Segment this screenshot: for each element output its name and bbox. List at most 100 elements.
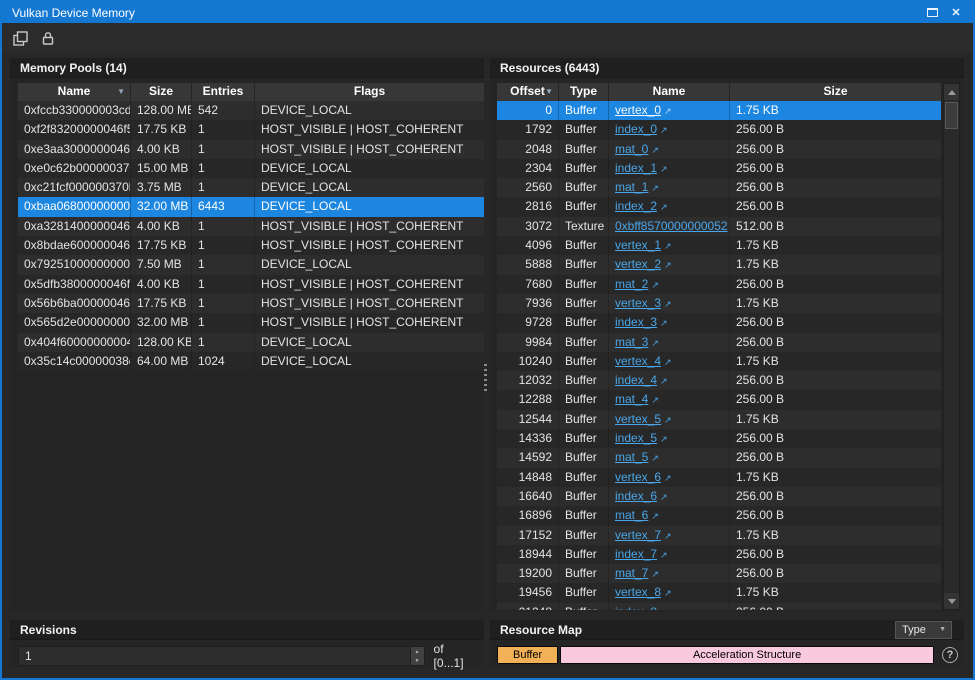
table-row[interactable]: 7936Buffervertex_3↗1.75 KB <box>497 294 941 313</box>
table-row[interactable]: 0xe3aa3000000046f74.00 KB1HOST_VISIBLE |… <box>18 140 484 159</box>
resource-link[interactable]: index_4 <box>615 373 657 387</box>
table-row[interactable]: 4096Buffervertex_1↗1.75 KB <box>497 236 941 255</box>
resource-map-segment[interactable]: Buffer <box>497 646 558 664</box>
resources-scrollbar[interactable] <box>943 83 960 610</box>
column-header-flags[interactable]: Flags <box>255 83 484 101</box>
scrollbar-track[interactable] <box>944 100 959 593</box>
close-icon: ✕ <box>951 6 960 19</box>
table-row[interactable]: 0xf2f83200000046f517.75 KB1HOST_VISIBLE … <box>18 120 484 139</box>
table-row[interactable]: 2560Buffermat_1↗256.00 B <box>497 178 941 197</box>
table-row[interactable]: 0x79251000000000357.50 MB1DEVICE_LOCAL <box>18 255 484 274</box>
table-row[interactable]: 17152Buffervertex_7↗1.75 KB <box>497 526 941 545</box>
scroll-down-button[interactable] <box>944 593 959 609</box>
table-row[interactable]: 0x5dfb3800000046ff4.00 KB1HOST_VISIBLE |… <box>18 275 484 294</box>
resource-link[interactable]: mat_5 <box>615 450 648 464</box>
window-titlebar[interactable]: Vulkan Device Memory ✕ <box>2 2 973 23</box>
spin-up-button[interactable]: ▲ <box>411 647 424 656</box>
column-header-offset[interactable]: Offset ▼ <box>497 83 559 101</box>
table-row[interactable]: 0x404f600000000045128.00 KB1DEVICE_LOCAL <box>18 333 484 352</box>
resource-link[interactable]: vertex_5 <box>615 412 661 426</box>
resource-link[interactable]: mat_3 <box>615 335 648 349</box>
resource-map-title: Resource Map <box>500 623 582 637</box>
table-row[interactable]: 19200Buffermat_7↗256.00 B <box>497 564 941 583</box>
table-row[interactable]: 2816Bufferindex_2↗256.00 B <box>497 197 941 216</box>
resource-map-segment[interactable]: Acceleration Structure <box>560 646 934 664</box>
resource-link[interactable]: mat_1 <box>615 180 648 194</box>
resource-link[interactable]: index_5 <box>615 431 657 445</box>
table-row[interactable]: 14592Buffermat_5↗256.00 B <box>497 448 941 467</box>
table-row[interactable]: 0xbaa068000000004d32.00 MB6443DEVICE_LOC… <box>18 197 484 216</box>
resource-link[interactable]: index_0 <box>615 122 657 136</box>
column-header-entries[interactable]: Entries <box>192 83 255 101</box>
column-header-type[interactable]: Type <box>559 83 609 101</box>
resource-link[interactable]: index_8 <box>615 605 657 610</box>
table-row[interactable]: 5888Buffervertex_2↗1.75 KB <box>497 255 941 274</box>
table-row[interactable]: 0x35c14c00000038d164.00 MB1024DEVICE_LOC… <box>18 352 484 371</box>
table-row[interactable]: 16896Buffermat_6↗256.00 B <box>497 506 941 525</box>
table-row[interactable]: 0xa3281400000046fb4.00 KB1HOST_VISIBLE |… <box>18 217 484 236</box>
resource-link[interactable]: mat_7 <box>615 566 648 580</box>
resource-link[interactable]: index_7 <box>615 547 657 561</box>
spin-down-button[interactable]: ▼ <box>411 656 424 665</box>
column-header-res-name[interactable]: Name <box>609 83 730 101</box>
table-row[interactable]: 0xc21fcf000000370b3.75 MB1DEVICE_LOCAL <box>18 178 484 197</box>
table-row[interactable]: 2304Bufferindex_1↗256.00 B <box>497 159 941 178</box>
table-row[interactable]: 16640Bufferindex_6↗256.00 B <box>497 487 941 506</box>
table-row[interactable]: 9984Buffermat_3↗256.00 B <box>497 333 941 352</box>
lock-button[interactable] <box>36 26 60 50</box>
resource-map-bar[interactable]: BufferAcceleration Structure <box>497 646 934 664</box>
resource-link[interactable]: vertex_1 <box>615 238 661 252</box>
table-row[interactable]: 10240Buffervertex_4↗1.75 KB <box>497 352 941 371</box>
table-row[interactable]: 12288Buffermat_4↗256.00 B <box>497 390 941 409</box>
table-row[interactable]: 0x8bdae600000046f917.75 KB1HOST_VISIBLE … <box>18 236 484 255</box>
resource-link[interactable]: vertex_0 <box>615 103 661 117</box>
resource-link[interactable]: mat_6 <box>615 508 648 522</box>
table-row[interactable]: 12544Buffervertex_5↗1.75 KB <box>497 410 941 429</box>
resource-link[interactable]: vertex_7 <box>615 528 661 542</box>
table-row[interactable]: 7680Buffermat_2↗256.00 B <box>497 275 941 294</box>
resource-link[interactable]: vertex_8 <box>615 585 661 599</box>
table-row[interactable]: 3072Texture0xbff8570000000052↗512.00 B <box>497 217 941 236</box>
table-row[interactable]: 0x565d2e000000004b32.00 MB1HOST_VISIBLE … <box>18 313 484 332</box>
table-row[interactable]: 21248Bufferindex_8↗256.00 B <box>497 603 941 610</box>
type-filter-dropdown[interactable]: Type ▼ <box>895 621 952 639</box>
scrollbar-thumb[interactable] <box>945 102 958 129</box>
new-window-button[interactable] <box>8 26 32 50</box>
table-row[interactable]: 18944Bufferindex_7↗256.00 B <box>497 545 941 564</box>
pool-entries-cell: 1 <box>192 333 255 352</box>
resource-link[interactable]: vertex_2 <box>615 257 661 271</box>
resource-link[interactable]: index_1 <box>615 161 657 175</box>
revision-spinbox[interactable]: 1 ▲ ▼ <box>18 646 425 666</box>
table-row[interactable]: 14848Buffervertex_6↗1.75 KB <box>497 468 941 487</box>
resource-link[interactable]: index_2 <box>615 199 657 213</box>
resource-link[interactable]: mat_0 <box>615 142 648 156</box>
resource-link[interactable]: mat_2 <box>615 277 648 291</box>
table-row[interactable]: 2048Buffermat_0↗256.00 B <box>497 140 941 159</box>
table-row[interactable]: 12032Bufferindex_4↗256.00 B <box>497 371 941 390</box>
resource-link[interactable]: 0xbff8570000000052 <box>615 219 728 233</box>
help-icon[interactable]: ? <box>942 647 958 663</box>
resource-link[interactable]: vertex_4 <box>615 354 661 368</box>
table-row[interactable]: 0xfccb330000003cd2128.00 MB542DEVICE_LOC… <box>18 101 484 120</box>
revision-value[interactable]: 1 <box>19 649 410 663</box>
resource-size-cell: 256.00 B <box>730 390 941 409</box>
resource-link[interactable]: index_6 <box>615 489 657 503</box>
column-header-size[interactable]: Size <box>131 83 192 101</box>
table-row[interactable]: 19456Buffervertex_8↗1.75 KB <box>497 583 941 602</box>
resource-link[interactable]: mat_4 <box>615 392 648 406</box>
table-row[interactable]: 9728Bufferindex_3↗256.00 B <box>497 313 941 332</box>
resource-link[interactable]: index_3 <box>615 315 657 329</box>
resource-link[interactable]: vertex_6 <box>615 470 661 484</box>
resource-link[interactable]: vertex_3 <box>615 296 661 310</box>
scroll-up-button[interactable] <box>944 84 959 100</box>
table-row[interactable]: 0x56b6ba00000046fd17.75 KB1HOST_VISIBLE … <box>18 294 484 313</box>
table-row[interactable]: 14336Bufferindex_5↗256.00 B <box>497 429 941 448</box>
column-header-name[interactable]: Name ▼ <box>18 83 131 101</box>
table-row[interactable]: 1792Bufferindex_0↗256.00 B <box>497 120 941 139</box>
column-header-res-size[interactable]: Size <box>730 83 941 101</box>
table-row[interactable]: 0Buffervertex_0↗1.75 KB <box>497 101 941 120</box>
panel-splitter-handle[interactable] <box>484 364 487 392</box>
maximize-button[interactable] <box>921 2 943 23</box>
close-button[interactable]: ✕ <box>945 2 967 23</box>
table-row[interactable]: 0xe0c62b000000370715.00 MB1DEVICE_LOCAL <box>18 159 484 178</box>
